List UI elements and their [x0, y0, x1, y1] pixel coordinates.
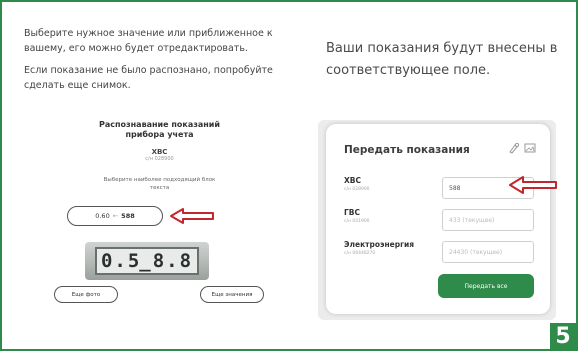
red-arrow-icon: [509, 176, 557, 194]
image-icon[interactable]: [524, 142, 536, 154]
select-hint: Выберите наиболее подходящий блок текста: [103, 177, 216, 191]
more-photo-button[interactable]: Еще фото: [54, 286, 118, 303]
row-hot-water-label: ГВС: [344, 208, 360, 217]
recognized-value-chip[interactable]: 0.60 ← 588: [67, 206, 163, 226]
submit-readings-card: Передать показания ХВС с/н 028900 588 ГВ…: [326, 124, 550, 314]
hot-water-input[interactable]: 433 (текущее): [442, 209, 534, 231]
meter-serial: с/н 028900: [145, 156, 174, 162]
recognition-screen: Распознавание показаний прибора учета ХВ…: [42, 120, 277, 310]
row-electricity-label: Электроэнергия: [344, 240, 415, 249]
more-values-button[interactable]: Еще значения: [200, 286, 264, 303]
instruction-retake: Если показание не было распознано, попро…: [24, 65, 273, 91]
row-electricity-serial: с/н 06448270: [344, 251, 376, 256]
row-cold-water-serial: с/н 028900: [344, 187, 370, 192]
meter-reading-display: 0.5̲8.8: [95, 247, 199, 275]
step-number-badge: 5: [550, 323, 576, 349]
red-arrow-icon: [170, 208, 214, 224]
submit-all-button[interactable]: Передать все: [438, 274, 534, 298]
choice-left-value: 0.60: [95, 212, 110, 220]
meter-photo: 0.5̲8.8: [85, 242, 209, 280]
card-icons: [508, 142, 536, 154]
row-cold-water-label: ХВС: [344, 176, 362, 185]
camera-icon[interactable]: [508, 142, 520, 154]
result-explanation: Ваши показания будут внесены в соответст…: [326, 41, 558, 78]
choice-separator: ←: [112, 212, 119, 220]
instruction-select-value: Выберите нужное значение или приближенно…: [24, 28, 273, 54]
value-choice-row: 0.60 ← 588: [67, 206, 267, 228]
electricity-input[interactable]: 24430 (текущее): [442, 241, 534, 263]
slide-frame: Выберите нужное значение или приближенно…: [0, 0, 578, 351]
instructions-text: Выберите нужное значение или приближенно…: [24, 26, 299, 100]
recognition-buttons: Еще фото Еще значения: [54, 286, 264, 303]
choice-right-value: 588: [121, 212, 135, 220]
card-title: Передать показания: [344, 144, 470, 156]
row-hot-water-serial: с/н 041900: [344, 219, 370, 224]
recognition-title: Распознавание показаний прибора учета: [98, 120, 221, 139]
meter-name: ХВС: [151, 148, 168, 156]
